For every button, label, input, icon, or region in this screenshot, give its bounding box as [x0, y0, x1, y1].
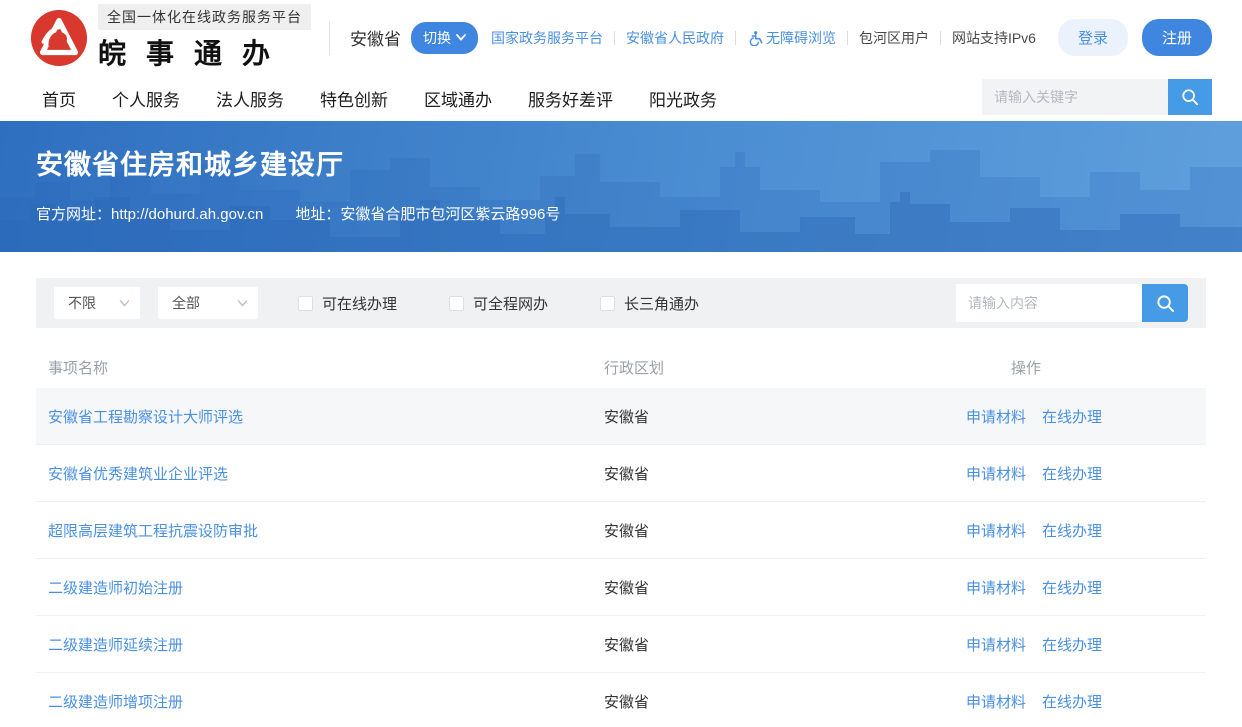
- nav-item-review[interactable]: 服务好差评: [528, 86, 613, 111]
- apply-materials-link[interactable]: 申请材料: [966, 520, 1026, 541]
- brand-logo[interactable]: 全国一体化在线政务服务平台 皖事通办: [30, 4, 311, 72]
- anhui-logo-icon: [30, 9, 88, 67]
- region-filter-dropdown[interactable]: 不限: [54, 287, 140, 319]
- link-separator: [847, 31, 848, 45]
- apply-materials-link[interactable]: 申请材料: [966, 577, 1026, 598]
- handle-online-link[interactable]: 在线办理: [1042, 634, 1102, 655]
- service-name-link[interactable]: 安徽省工程勘察设计大师评选: [36, 406, 596, 427]
- header-divider: [329, 21, 330, 55]
- category-filter-dropdown[interactable]: 全部: [158, 287, 258, 319]
- link-national-platform[interactable]: 国家政务服务平台: [491, 28, 603, 48]
- keyword-search-button[interactable]: [1168, 79, 1212, 115]
- column-header-ops: 操作: [956, 357, 1206, 378]
- service-name-link[interactable]: 二级建造师初始注册: [36, 577, 596, 598]
- service-name-link[interactable]: 二级建造师延续注册: [36, 634, 596, 655]
- register-button[interactable]: 注册: [1142, 19, 1212, 56]
- handle-online-link[interactable]: 在线办理: [1042, 406, 1102, 427]
- checkbox-icon[interactable]: [298, 296, 313, 311]
- table-row: 安徽省优秀建筑业企业评选 安徽省 申请材料 在线办理: [36, 445, 1206, 502]
- table-row: 二级建造师延续注册 安徽省 申请材料 在线办理: [36, 616, 1206, 673]
- link-anhui-gov[interactable]: 安徽省人民政府: [626, 28, 724, 48]
- nav-item-sunshine[interactable]: 阳光政务: [649, 86, 717, 111]
- department-title: 安徽省住房和城乡建设厅: [36, 143, 344, 182]
- services-table: 事项名称 行政区划 操作 安徽省工程勘察设计大师评选 安徽省 申请材料 在线办理…: [36, 346, 1206, 727]
- checkbox-yangtze-delta[interactable]: 长三角通办: [600, 293, 699, 314]
- top-header: 全国一体化在线政务服务平台 皖事通办 安徽省 切换 国家政务服务平台 安徽省人民…: [0, 0, 1242, 75]
- table-row: 超限高层建筑工程抗震设防审批 安徽省 申请材料 在线办理: [36, 502, 1206, 559]
- login-button[interactable]: 登录: [1058, 19, 1128, 56]
- table-row: 安徽省工程勘察设计大师评选 安徽省 申请材料 在线办理: [36, 388, 1206, 445]
- keyword-search-input[interactable]: [982, 79, 1168, 115]
- checkbox-full-online[interactable]: 可全程网办: [449, 293, 548, 314]
- handle-online-link[interactable]: 在线办理: [1042, 691, 1102, 712]
- handle-online-link[interactable]: 在线办理: [1042, 463, 1102, 484]
- link-separator: [614, 31, 615, 45]
- checkbox-icon[interactable]: [600, 296, 615, 311]
- link-accessibility[interactable]: 无障碍浏览: [747, 28, 836, 48]
- service-name-link[interactable]: 超限高层建筑工程抗震设防审批: [36, 520, 596, 541]
- content-search-button[interactable]: [1142, 284, 1188, 322]
- checkbox-icon[interactable]: [449, 296, 464, 311]
- table-header-row: 事项名称 行政区划 操作: [36, 346, 1206, 388]
- search-icon: [1156, 294, 1175, 313]
- department-banner: 安徽省住房和城乡建设厅 官方网址：http://dohurd.ah.gov.cn…: [0, 121, 1242, 252]
- utility-links: 国家政务服务平台 安徽省人民政府 无障碍浏览 包河区用户 网站支持IPv6 登录…: [491, 19, 1212, 56]
- link-ipv6[interactable]: 网站支持IPv6: [952, 28, 1036, 48]
- platform-badge: 全国一体化在线政务服务平台: [98, 4, 311, 30]
- apply-materials-link[interactable]: 申请材料: [966, 463, 1026, 484]
- service-region: 安徽省: [596, 691, 956, 712]
- apply-materials-link[interactable]: 申请材料: [966, 691, 1026, 712]
- current-region-label: 安徽省: [350, 25, 401, 50]
- chevron-down-icon: [237, 300, 248, 307]
- column-header-name: 事项名称: [36, 357, 596, 378]
- link-separator: [940, 31, 941, 45]
- column-header-region: 行政区划: [596, 357, 956, 378]
- region-switch-button[interactable]: 切换: [411, 22, 478, 54]
- service-region: 安徽省: [596, 463, 956, 484]
- accessibility-icon: [747, 30, 763, 46]
- content-search-input[interactable]: [956, 284, 1142, 322]
- table-row: 二级建造师初始注册 安徽省 申请材料 在线办理: [36, 559, 1206, 616]
- checkbox-online[interactable]: 可在线办理: [298, 293, 397, 314]
- table-row: 二级建造师增项注册 安徽省 申请材料 在线办理: [36, 673, 1206, 727]
- keyword-search: [982, 79, 1212, 115]
- service-region: 安徽省: [596, 577, 956, 598]
- nav-item-legal[interactable]: 法人服务: [216, 86, 284, 111]
- filter-bar: 不限 全部 可在线办理 可全程网办 长三角通办: [36, 278, 1206, 328]
- official-website: 官方网址：http://dohurd.ah.gov.cn: [36, 203, 263, 224]
- department-address: 地址：安徽省合肥市包河区紫云路996号: [295, 203, 560, 224]
- chevron-down-icon: [119, 300, 130, 307]
- service-region: 安徽省: [596, 520, 956, 541]
- nav-item-innovation[interactable]: 特色创新: [320, 86, 388, 111]
- brand-title: 皖事通办: [98, 32, 311, 72]
- chevron-down-icon: [456, 34, 466, 41]
- apply-materials-link[interactable]: 申请材料: [966, 634, 1026, 655]
- service-name-link[interactable]: 二级建造师增项注册: [36, 691, 596, 712]
- link-baohe-user[interactable]: 包河区用户: [859, 28, 929, 48]
- main-nav: 首页 个人服务 法人服务 特色创新 区域通办 服务好差评 阳光政务: [0, 75, 1242, 121]
- link-separator: [735, 31, 736, 45]
- nav-item-home[interactable]: 首页: [42, 86, 76, 111]
- nav-item-personal[interactable]: 个人服务: [112, 86, 180, 111]
- nav-item-regional[interactable]: 区域通办: [424, 86, 492, 111]
- handle-online-link[interactable]: 在线办理: [1042, 577, 1102, 598]
- apply-materials-link[interactable]: 申请材料: [966, 406, 1026, 427]
- service-region: 安徽省: [596, 406, 956, 427]
- service-region: 安徽省: [596, 634, 956, 655]
- search-icon: [1181, 88, 1199, 106]
- handle-online-link[interactable]: 在线办理: [1042, 520, 1102, 541]
- service-name-link[interactable]: 安徽省优秀建筑业企业评选: [36, 463, 596, 484]
- content-search: [956, 284, 1188, 322]
